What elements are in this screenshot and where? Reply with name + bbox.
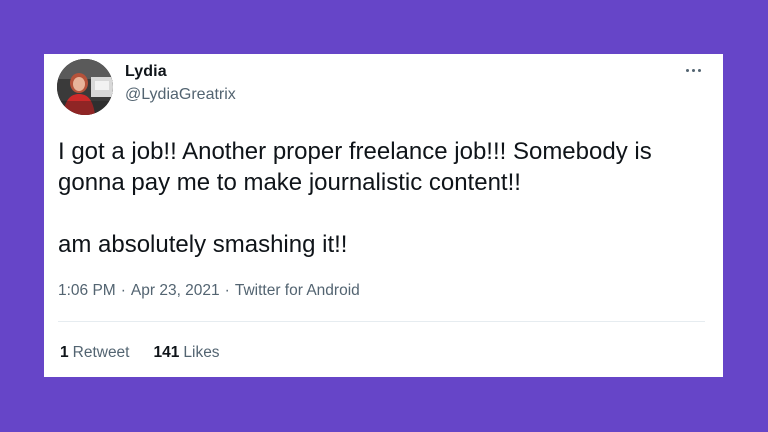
likes-count: 141 xyxy=(153,344,180,361)
likes-stat[interactable]: 141 Likes xyxy=(154,344,220,362)
tweet-meta: 1:06 PM · Apr 23, 2021 · Twitter for Android xyxy=(58,282,360,300)
more-options-button[interactable] xyxy=(681,60,705,80)
avatar[interactable] xyxy=(57,59,113,115)
tweet-date[interactable]: Apr 23, 2021 xyxy=(131,282,220,299)
avatar-image xyxy=(57,59,113,115)
more-horizontal-icon xyxy=(685,68,689,72)
tweet-time[interactable]: 1:06 PM xyxy=(58,282,116,299)
tweet-paragraph: am absolutely smashing it!! xyxy=(58,231,348,258)
meta-separator: · xyxy=(120,282,126,299)
tweet-source[interactable]: Twitter for Android xyxy=(235,282,360,299)
retweets-count: 1 xyxy=(60,344,69,361)
retweets-label: Retweet xyxy=(72,344,130,361)
tweet-paragraph: I got a job!! Another proper freelance j… xyxy=(58,138,652,196)
more-horizontal-icon-dot xyxy=(697,68,701,72)
more-horizontal-icon-dot xyxy=(691,68,695,72)
divider xyxy=(58,321,705,322)
display-name[interactable]: Lydia xyxy=(125,63,167,81)
tweet-stats: 1 Retweet 141 Likes xyxy=(60,344,220,362)
tweet-text: I got a job!! Another proper freelance j… xyxy=(58,136,718,260)
user-handle[interactable]: @LydiaGreatrix xyxy=(125,86,236,104)
tweet-card: Lydia @LydiaGreatrix I got a job!! Anoth… xyxy=(44,54,723,377)
retweets-stat[interactable]: 1 Retweet xyxy=(60,344,130,362)
meta-separator: · xyxy=(224,282,230,299)
likes-label: Likes xyxy=(183,344,220,361)
